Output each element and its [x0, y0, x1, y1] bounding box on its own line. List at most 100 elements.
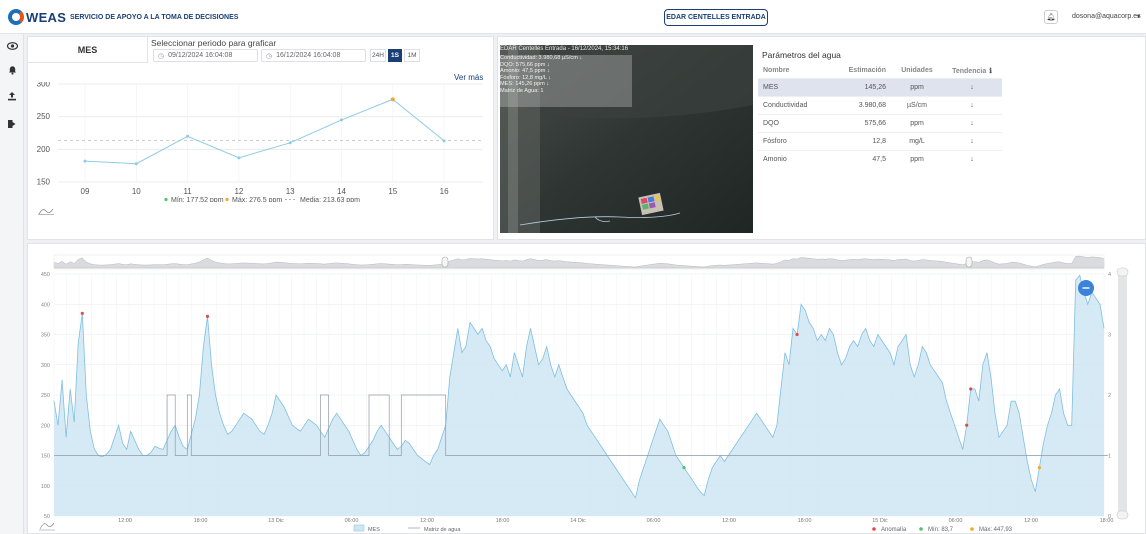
legend-anomaly: Anomalía [881, 527, 907, 533]
y-tick-label: 150 [37, 178, 51, 187]
legend-mes: MES [368, 527, 380, 533]
x-tick-label: 14 Dic [570, 518, 586, 524]
param-value: 12,8 [840, 131, 892, 150]
chevron-down-icon[interactable]: ▾ [1137, 13, 1140, 20]
app-header: WEAS SERVICIO DE APOYO A LA TOMA DE DECI… [0, 0, 1146, 34]
scroll-handle-bottom[interactable] [1116, 510, 1129, 520]
legend-max: Máx: 276,5 ppm [232, 197, 282, 202]
col-tendencia: Tendencia ℹ [942, 64, 1002, 78]
col-unidades: Unidades [901, 67, 933, 75]
camera-reading: Conductividad: 3.980,68 µS/cm ↓ [500, 55, 583, 61]
legend-anomaly-dot [872, 527, 876, 531]
range-24h-button[interactable]: 24H [370, 49, 386, 62]
legend-matriz: Matriz de agua [424, 527, 461, 533]
param-name: Fósforo [758, 131, 840, 150]
camera-title: EDAR Centelles Entrada - 16/12/2024, 15:… [500, 46, 629, 52]
logo-mark-icon [8, 9, 24, 25]
table-row[interactable]: Fósforo 12,8 mg/L ↓ [758, 131, 1002, 150]
mes-weekly-chart: 150 200 250 300 09 10 11 12 13 14 15 16 Mín: 177,52 … [37, 82, 483, 202]
data-point [442, 139, 446, 143]
legend-max-dot [970, 527, 974, 531]
param-unit: mg/L [892, 131, 942, 150]
y-tick-label: 50 [44, 514, 50, 520]
ver-mas-link[interactable]: Ver más [454, 73, 483, 82]
x-tick-label: 18:00 [798, 518, 812, 524]
legend-max-dot [225, 197, 229, 202]
app-logo[interactable]: WEAS [8, 7, 66, 27]
info-icon[interactable]: ℹ [989, 68, 992, 75]
y-tick-label: 300 [37, 82, 51, 89]
legend-min: Mín: 83,7 [928, 527, 954, 533]
param-unit: ppm [892, 113, 942, 132]
param-value: 575,66 [840, 113, 892, 132]
chart-style-icon[interactable] [39, 522, 55, 530]
data-point [288, 141, 292, 145]
eye-icon[interactable] [4, 38, 20, 54]
mes-summary-card: MES Seleccionar periodo para graficar ◷ … [27, 36, 494, 240]
navigator-handle-left[interactable] [441, 256, 449, 268]
x-tick-label: 16 [440, 187, 449, 196]
bell-icon[interactable] [4, 62, 20, 78]
notifications-button[interactable]: 🔔︎ [1044, 10, 1058, 24]
trend-down-icon: ↓ [942, 95, 1002, 114]
x-tick-label: 18:00 [496, 518, 510, 524]
station-selector-button[interactable]: EDAR CENTELLES ENTRADA [664, 9, 768, 26]
camera-reading: Amonio: 47,5 ppm ↓ [500, 68, 550, 75]
y-tick-label: 400 [41, 302, 50, 308]
param-unit: µS/cm [892, 95, 942, 114]
mes-timeseries-chart: 501001502002503003504004500123412:00 18:0… [39, 254, 1129, 533]
sidebar [0, 34, 24, 534]
legend-min-dot [164, 197, 168, 202]
trend-down-icon: ↓ [942, 149, 1002, 168]
data-point [340, 118, 343, 122]
user-menu-label[interactable]: dosona@aquacorp.es [1072, 13, 1141, 20]
table-row[interactable]: DQO 575,66 ppm ↓ [758, 113, 1002, 132]
navigator-handle-right[interactable] [965, 256, 973, 268]
table-row[interactable]: MES 145,26 ppm ↓ [758, 77, 1002, 96]
y-tick-label: 200 [37, 145, 51, 154]
date-to-value: 16/12/2024 16:04:08 [276, 52, 341, 59]
scroll-handle-top[interactable] [1116, 267, 1129, 277]
clock-icon: ◷ [266, 52, 273, 60]
param-value: 3.980,68 [840, 95, 892, 114]
x-tick-label: 13 Dic [268, 518, 284, 524]
x-tick-label: 18:00 [1100, 518, 1114, 524]
table-row[interactable]: Amonio 47,5 ppm ↓ [758, 149, 1002, 168]
trend-down-icon: ↓ [942, 131, 1002, 150]
anomaly-point [80, 311, 84, 315]
parameter-selector[interactable]: MES [28, 37, 148, 63]
anomaly-point [205, 314, 210, 318]
table-header-row: Nombre Estimación Unidades Tendencia ℹ [758, 64, 1002, 78]
x-tick-label: 15 Dic [872, 518, 888, 524]
clock-icon: ◷ [158, 52, 165, 60]
x-tick-label: 12:00 [722, 518, 736, 524]
date-from-input[interactable]: ◷ 09/12/2024 16:04:08 [153, 49, 258, 62]
y2-tick-label: 3 [1108, 333, 1111, 339]
range-1m-button[interactable]: 1M [404, 49, 420, 62]
legend-max: Máx: 447,93 [979, 527, 1013, 533]
y-tick-label: 450 [41, 272, 50, 278]
mes-timeseries-card: 50 100 150 200 250 300 350 400 450 0 1 2 3 4 12:00 18:0… [27, 243, 1146, 534]
table-row[interactable]: Conductividad 3.980,68 µS/cm ↓ [758, 95, 1002, 114]
vertical-scroll-track[interactable] [1118, 270, 1127, 518]
x-tick-label: 12 [234, 187, 243, 196]
col-tendencia-label: Tendencia [952, 67, 987, 75]
navigator-preview[interactable] [53, 255, 1105, 269]
x-tick-label: 06:00 [949, 518, 963, 524]
series-line [84, 98, 445, 165]
params-title: Parámetros del agua [762, 50, 841, 60]
x-tick-label: 06:00 [345, 518, 359, 524]
chart-style-icon[interactable] [38, 207, 54, 215]
y2-tick-label: 1 [1108, 454, 1111, 460]
range-1s-button[interactable]: 1S [388, 49, 402, 62]
upload-icon[interactable] [4, 88, 20, 104]
y2-tick-label: 4 [1108, 272, 1111, 278]
logout-icon[interactable] [4, 116, 20, 132]
camera-feed[interactable]: EDAR Centelles Entrada - 16/12/2024, 15:… [500, 45, 753, 233]
x-tick-label: 12:00 [118, 518, 132, 524]
date-to-input[interactable]: ◷ 16/12/2024 16:04:08 [261, 49, 366, 62]
param-name: DQO [758, 113, 840, 132]
y-tick-label: 200 [41, 423, 50, 429]
y-tick-label: 100 [41, 484, 50, 490]
x-tick-label: 10 [132, 187, 141, 196]
